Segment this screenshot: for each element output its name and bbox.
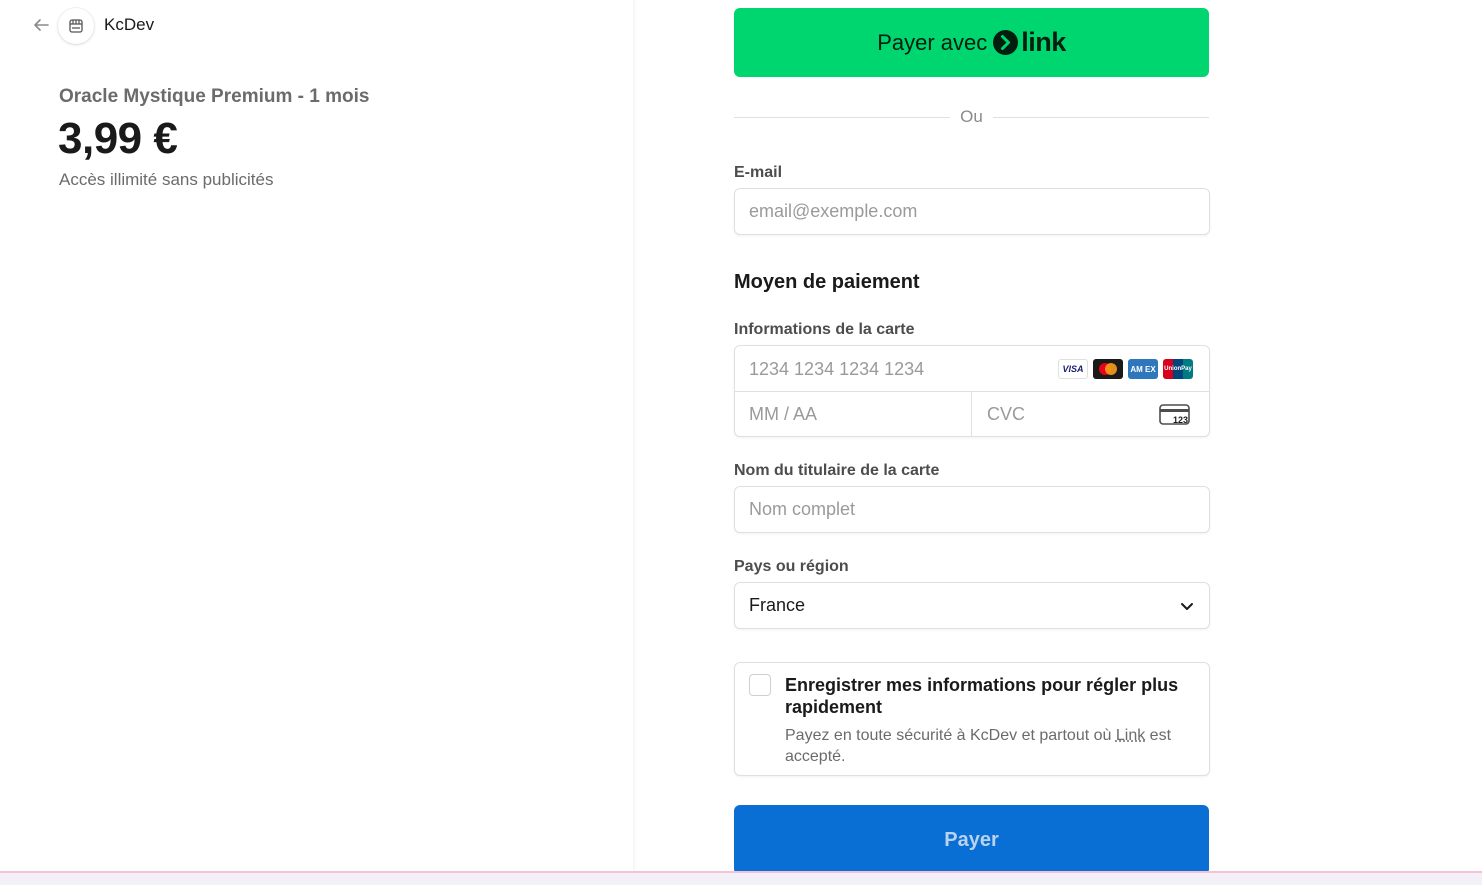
card-details-group: 1234 1234 1234 1234 VISA AM EX UnionPay … [734,345,1210,437]
cardholder-name-input[interactable]: Nom complet [734,486,1210,533]
or-text: Ou [950,107,993,126]
card-cvc-input[interactable]: CVC [987,392,1025,437]
email-label: E-mail [734,164,783,181]
cvc-card-icon: 123 [1159,404,1190,425]
payment-method-title: Moyen de paiement [734,271,920,293]
mastercard-icon [1093,359,1123,379]
back-button[interactable] [30,14,52,36]
link-brand-text: link [1021,27,1066,57]
merchant-avatar [58,8,94,44]
order-summary-panel: KcDev Oracle Mystique Premium - 1 mois 3… [0,0,633,871]
card-number-input[interactable]: 1234 1234 1234 1234 [749,346,924,392]
link-arrow-icon [993,30,1019,55]
country-selected-value: France [749,595,806,615]
link-info-link[interactable]: Link [1116,727,1145,744]
merchant-name: KcDev [104,15,155,34]
save-info-option: Enregistrer mes informations pour régler… [734,662,1210,776]
store-icon [69,19,83,33]
country-select[interactable]: France [734,582,1210,629]
card-column-divider [971,392,972,437]
card-info-label: Informations de la carte [734,321,915,338]
chevron-down-icon [1181,602,1193,610]
pay-with-link-label: Payer avec [877,29,988,55]
visa-icon: VISA [1058,359,1088,379]
unionpay-icon: UnionPay [1163,359,1193,379]
save-desc-text: Payez en toute sécurité à KcDev et parto… [785,727,1116,744]
card-expiry-input[interactable]: MM / AA [749,392,817,437]
link-logo: link [993,27,1066,58]
save-info-checkbox[interactable] [749,674,771,696]
email-field[interactable]: email@exemple.com [734,188,1210,235]
amex-icon: AM EX [1128,359,1158,379]
country-label: Pays ou région [734,558,849,575]
or-separator: Ou [734,107,1209,127]
cardholder-label: Nom du titulaire de la carte [734,462,940,479]
svg-text:123: 123 [1173,415,1188,425]
product-name: Oracle Mystique Premium - 1 mois [59,86,370,107]
panel-divider [633,0,637,871]
bottom-edge [0,871,1482,885]
save-info-title[interactable]: Enregistrer mes informations pour régler… [785,674,1195,718]
save-info-description: Payez en toute sécurité à KcDev et parto… [785,725,1195,767]
card-brand-icons: VISA AM EX UnionPay [1058,359,1193,379]
pay-with-link-button[interactable]: Payer avec link [734,8,1209,77]
arrow-left-icon [34,19,49,31]
product-description: Accès illimité sans publicités [59,170,274,189]
product-price: 3,99 € [58,114,178,163]
pay-button[interactable]: Payer [734,805,1209,875]
